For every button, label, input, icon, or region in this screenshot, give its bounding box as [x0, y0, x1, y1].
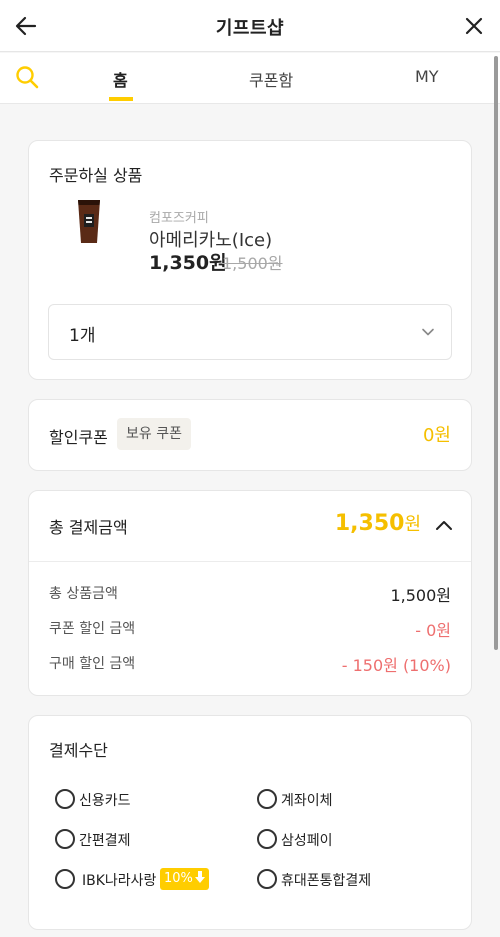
original-price: 1,500원	[222, 254, 283, 273]
radio-mobile-pay[interactable]	[257, 869, 277, 889]
coupon-discount-value: - 0원	[415, 621, 451, 640]
chevron-up-icon[interactable]	[435, 516, 453, 534]
search-icon[interactable]	[15, 65, 39, 89]
product-total-label: 총 상품금액	[49, 586, 118, 602]
coupon-card[interactable]: 할인쿠폰 보유 쿠폰 0원	[28, 399, 472, 471]
coupon-discount-label: 쿠폰 할인 금액	[49, 621, 136, 637]
brand-name: 컴포즈커피	[149, 211, 209, 226]
coupon-amount: 0원	[422, 425, 451, 446]
tab-my[interactable]: MY	[415, 67, 439, 86]
product-total-value: 1,500원	[390, 586, 451, 605]
payment-option-bank-transfer[interactable]: 계좌이체	[281, 790, 333, 810]
chevron-down-icon	[422, 328, 434, 336]
order-section-title: 주문하실 상품	[49, 166, 143, 185]
radio-credit-card[interactable]	[55, 789, 75, 809]
payment-card: 결제수단 신용카드 계좌이체 간편결제 삼성페이 IBK나라사랑 10% 휴대폰…	[28, 715, 472, 930]
total-card: 총 결제금액 1,350원 총 상품금액 1,500원 쿠폰 할인 금액 - 0…	[28, 490, 472, 696]
iced-americano-image	[78, 200, 100, 243]
total-amount: 1,350원	[335, 510, 421, 536]
discount-promo-badge: 10%	[160, 868, 209, 890]
coupon-label: 할인쿠폰	[49, 428, 108, 447]
divider	[29, 561, 471, 562]
tab-bar: 홈 쿠폰함 MY	[0, 53, 500, 104]
radio-easy-pay[interactable]	[55, 829, 75, 849]
radio-ibk[interactable]	[55, 869, 75, 889]
purchase-discount-value: - 150원 (10%)	[341, 656, 451, 675]
payment-option-easy-pay[interactable]: 간편결제	[79, 830, 131, 850]
total-amount-value: 1,350	[334, 511, 405, 536]
tab-home[interactable]: 홈	[113, 67, 128, 91]
radio-samsung-pay[interactable]	[257, 829, 277, 849]
owned-coupon-badge[interactable]: 보유 쿠폰	[117, 418, 191, 450]
total-label: 총 결제금액	[49, 518, 128, 537]
radio-bank-transfer[interactable]	[257, 789, 277, 809]
active-tab-indicator	[109, 97, 133, 101]
payment-option-credit-card[interactable]: 신용카드	[79, 790, 131, 810]
arrow-down-icon	[194, 871, 205, 883]
top-bar: 기프트샵	[0, 0, 500, 52]
sale-price: 1,350원	[149, 252, 227, 274]
payment-title: 결제수단	[49, 741, 108, 760]
page-title: 기프트샵	[215, 18, 285, 39]
total-amount-unit: 원	[404, 514, 421, 535]
tab-coupon-box[interactable]: 쿠폰함	[249, 67, 293, 91]
close-icon[interactable]	[462, 14, 486, 38]
promo-percent: 10%	[164, 871, 193, 886]
quantity-value: 1개	[69, 326, 96, 346]
scrollbar[interactable]	[494, 56, 498, 650]
payment-option-ibk[interactable]: IBK나라사랑	[82, 870, 156, 890]
order-card: 주문하실 상품 컴포즈커피 아메리카노(Ice) 1,350원 1,500원 1…	[28, 140, 472, 380]
purchase-discount-label: 구매 할인 금액	[49, 656, 136, 672]
quantity-select[interactable]: 1개	[48, 304, 452, 360]
payment-option-mobile-pay[interactable]: 휴대폰통합결제	[281, 870, 371, 890]
payment-option-samsung-pay[interactable]: 삼성페이	[281, 830, 333, 850]
